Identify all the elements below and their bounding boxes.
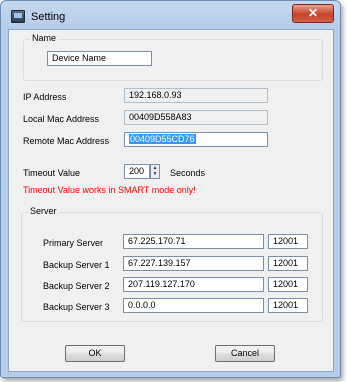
name-group: Name Device Name (23, 33, 323, 81)
name-group-label: Name (30, 33, 59, 43)
spin-down-icon[interactable]: ▼ (151, 171, 159, 177)
backup-server-1-ip-field[interactable]: 67.227.139.157 (123, 256, 264, 271)
primary-server-label: Primary Server (43, 238, 104, 248)
server-group-label: Server (28, 206, 59, 216)
backup-server-2-port-field[interactable]: 12001 (268, 277, 308, 292)
dialog-body: Name Device Name IP Address 192.168.0.93… (8, 29, 334, 372)
timeout-warning: Timeout Value works in SMART mode only! (23, 185, 196, 195)
timeout-unit: Seconds (170, 168, 206, 178)
primary-server-ip-field[interactable]: 67.225.170.71 (123, 234, 264, 249)
backup-server-3-ip-field[interactable]: 0.0.0.0 (123, 298, 264, 313)
server-group: Server Primary Server 67.225.170.71 1200… (21, 206, 323, 322)
local-mac-field: 00409D558A83 (124, 110, 268, 125)
backup-server-3-label: Backup Server 3 (43, 302, 110, 312)
backup-server-3-port-field[interactable]: 12001 (268, 298, 308, 313)
timeout-spinner[interactable]: ▲ ▼ (150, 164, 160, 179)
backup-server-1-port-field[interactable]: 12001 (268, 256, 308, 271)
backup-server-2-ip-field[interactable]: 207.119.127.170 (123, 277, 264, 292)
title-bar[interactable]: Setting ✕ (1, 1, 340, 27)
close-icon[interactable]: ✕ (292, 4, 334, 23)
ok-button[interactable]: OK (65, 345, 125, 362)
ip-address-label: IP Address (23, 92, 67, 102)
primary-server-port-field[interactable]: 12001 (268, 234, 308, 249)
backup-server-1-label: Backup Server 1 (43, 260, 110, 270)
remote-mac-label: Remote Mac Address (23, 136, 110, 146)
window-title: Setting (31, 11, 66, 23)
timeout-field[interactable]: 200 (124, 164, 150, 179)
ip-address-field: 192.168.0.93 (124, 88, 268, 103)
device-name-field[interactable]: Device Name (47, 51, 152, 66)
remote-mac-value: 00409D55CD76 (129, 134, 196, 144)
backup-server-2-label: Backup Server 2 (43, 281, 110, 291)
remote-mac-field[interactable]: 00409D55CD76 (124, 132, 268, 147)
local-mac-label: Local Mac Address (23, 114, 100, 124)
cancel-button[interactable]: Cancel (215, 345, 275, 362)
setting-dialog: Setting ✕ Name Device Name IP Address 19… (0, 0, 341, 378)
timeout-label: Timeout Value (23, 168, 81, 178)
app-window-icon (11, 10, 25, 23)
